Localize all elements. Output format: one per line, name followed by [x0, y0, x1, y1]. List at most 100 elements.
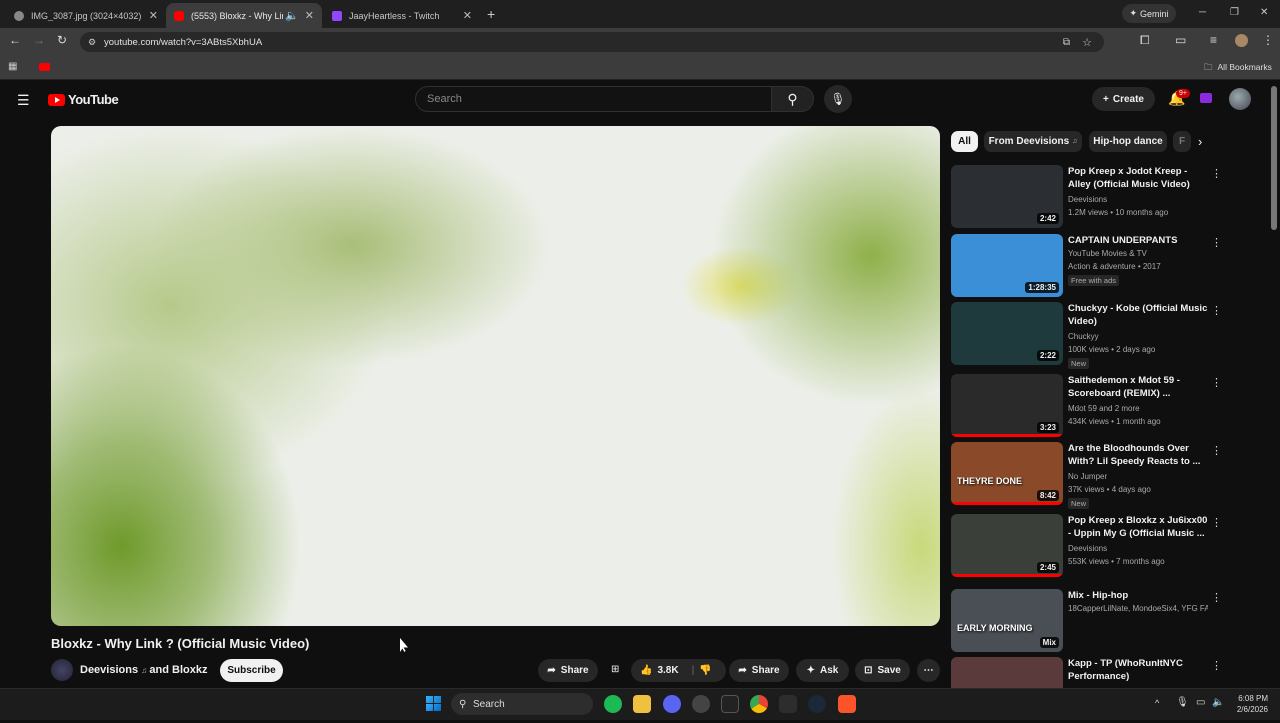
recommended-video[interactable]: 2:22 Chuckyy - Kobe (Official Music Video…: [951, 302, 1222, 369]
share-button[interactable]: ➦ Share: [538, 659, 598, 682]
recommended-video[interactable]: EARLY MORNING Mix Mix - Hip-hop 18CapperLil…: [951, 589, 1222, 655]
app-icon[interactable]: [692, 695, 710, 713]
recommended-channel[interactable]: YouTube Movies & TV: [1068, 249, 1147, 258]
more-vertical-icon[interactable]: ⋮: [1211, 591, 1222, 604]
subscribe-button[interactable]: Subscribe: [220, 659, 283, 682]
recommended-title[interactable]: Mix - Hip-hop: [1068, 589, 1208, 602]
speaker-icon[interactable]: 🔈: [285, 9, 299, 22]
network-icon[interactable]: ▭: [1196, 697, 1205, 708]
recommended-title[interactable]: Pop Kreep x Bloxkz x Ju6ixx00 - Uppin My…: [1068, 514, 1208, 540]
app-icon-2[interactable]: [779, 695, 797, 713]
video-thumbnail[interactable]: EARLY MORNING Mix: [951, 589, 1063, 652]
account-avatar[interactable]: [1229, 88, 1251, 110]
clip-icon[interactable]: ⊞: [611, 664, 619, 675]
scrollbar-thumb[interactable]: [1271, 86, 1277, 230]
recommended-channel[interactable]: Mdot 59 and 2 more: [1068, 404, 1140, 413]
youtube-logo[interactable]: YouTube: [48, 92, 119, 107]
more-vertical-icon[interactable]: ⋮: [1211, 444, 1222, 457]
close-icon[interactable]: ✕: [305, 9, 314, 22]
chip-from-deevisions[interactable]: From Deevisions ♫: [984, 131, 1082, 152]
chip-partial[interactable]: F: [1173, 131, 1191, 152]
recommended-channel[interactable]: Deevisions: [1068, 195, 1107, 204]
like-count[interactable]: 3.8K: [657, 665, 678, 676]
taskbar-search[interactable]: ⚲ Search: [451, 693, 593, 715]
address-bar[interactable]: ⚙ youtube.com/watch?v=3ABts5XbhUA ⧉ ☆: [80, 32, 1104, 52]
video-player[interactable]: [51, 126, 940, 626]
chrome-icon[interactable]: [750, 695, 768, 713]
chevron-right-icon[interactable]: ›: [1198, 134, 1202, 149]
all-bookmarks-button[interactable]: 🗀 All Bookmarks: [1204, 62, 1272, 76]
reload-icon[interactable]: ↻: [57, 33, 67, 47]
bookmark-star-icon[interactable]: ☆: [1082, 36, 1092, 49]
search-input[interactable]: Search: [415, 86, 772, 112]
gemini-button[interactable]: ✦ Gemini: [1122, 4, 1176, 23]
forward-icon[interactable]: →: [33, 33, 45, 47]
recommended-channel[interactable]: 18CapperLilNate, MondoeSix4, YFG FAT...: [1068, 604, 1208, 613]
profile-icon[interactable]: [1235, 34, 1248, 47]
more-actions-button[interactable]: ⋯: [917, 659, 940, 682]
minimize-button[interactable]: ─: [1199, 7, 1206, 18]
video-thumbnail[interactable]: 2:22: [951, 302, 1063, 365]
recommended-title[interactable]: Chuckyy - Kobe (Official Music Video): [1068, 302, 1208, 328]
channel-collaborator[interactable]: and Bloxkz: [149, 664, 207, 676]
save-button[interactable]: ⊡ Save: [855, 659, 910, 682]
recommended-channel[interactable]: Chuckyy: [1068, 332, 1099, 341]
channel-name-primary[interactable]: Deevisions: [80, 664, 138, 676]
back-icon[interactable]: ←: [9, 33, 21, 47]
video-thumbnail[interactable]: 2:42: [951, 165, 1063, 228]
create-button[interactable]: + Create: [1092, 87, 1155, 111]
more-vertical-icon[interactable]: ⋮: [1211, 167, 1222, 180]
video-thumbnail[interactable]: 3:23: [951, 374, 1063, 437]
volume-icon[interactable]: 🔈: [1212, 697, 1224, 708]
taskbar-clock[interactable]: 6:08 PM 2/6/2026: [1226, 693, 1268, 715]
maximize-button[interactable]: ❐: [1230, 7, 1239, 18]
site-info-icon[interactable]: ⚙: [88, 37, 96, 48]
extensions-icon[interactable]: ⧠: [1140, 33, 1150, 48]
recommended-video[interactable]: 2:45 Pop Kreep x Bloxkz x Ju6ixx00 - Uppi…: [951, 514, 1222, 580]
recommended-video[interactable]: 1:28:35 CAPTAIN UNDERPANTS YouTube Movies …: [951, 234, 1222, 300]
tab-youtube[interactable]: (5553) Bloxkz - Why Link ? 🔈 ✕: [166, 3, 322, 28]
tab-image[interactable]: IMG_3087.jpg (3024×4032) ✕: [6, 3, 166, 28]
channel-name[interactable]: Deevisions ♫ and Bloxkz: [80, 664, 207, 676]
ask-button[interactable]: ✦ Ask: [796, 659, 849, 682]
chip-hip-hop-dance[interactable]: Hip-hop dance: [1089, 131, 1167, 152]
recommended-title[interactable]: Pop Kreep x Jodot Kreep - Alley (Officia…: [1068, 165, 1208, 191]
mic-tray-icon[interactable]: 🎙: [1176, 697, 1189, 708]
tray-chevron-icon[interactable]: ^: [1155, 698, 1159, 708]
brave-icon[interactable]: [838, 695, 856, 713]
tab-twitch[interactable]: JaayHeartless - Twitch ✕: [324, 3, 480, 28]
chip-all[interactable]: All: [951, 131, 978, 152]
recommended-video[interactable]: 3:23 Saithedemon x Mdot 59 - Scoreboard (…: [951, 374, 1222, 440]
window-close-button[interactable]: ✕: [1260, 7, 1268, 18]
thumbs-down-icon[interactable]: 👎: [699, 665, 711, 676]
more-vertical-icon[interactable]: ⋮: [1211, 516, 1222, 529]
apps-grid-icon[interactable]: ▦: [8, 61, 17, 72]
menu-icon[interactable]: ⋮: [1262, 33, 1274, 47]
recommended-video[interactable]: 2:42 Pop Kreep x Jodot Kreep - Alley (Off…: [951, 165, 1222, 231]
youtube-bookmark-icon[interactable]: [39, 63, 50, 71]
gaming-icon[interactable]: [1200, 93, 1212, 103]
discord-icon[interactable]: [663, 695, 681, 713]
epic-games-icon[interactable]: [721, 695, 739, 713]
more-vertical-icon[interactable]: ⋮: [1211, 659, 1222, 672]
file-explorer-icon[interactable]: [633, 695, 651, 713]
hamburger-menu-icon[interactable]: ☰: [17, 92, 30, 109]
close-icon[interactable]: ✕: [463, 9, 472, 22]
video-thumbnail[interactable]: 1:28:35: [951, 234, 1063, 297]
more-vertical-icon[interactable]: ⋮: [1211, 236, 1222, 249]
steam-icon[interactable]: [808, 695, 826, 713]
close-icon[interactable]: ✕: [149, 9, 158, 22]
thumbs-up-icon[interactable]: 👍: [640, 665, 652, 676]
channel-avatar[interactable]: [51, 659, 73, 681]
recommended-title[interactable]: CAPTAIN UNDERPANTS: [1068, 234, 1208, 247]
recommended-channel[interactable]: No Jumper: [1068, 472, 1107, 481]
video-thumbnail[interactable]: 2:45: [951, 514, 1063, 577]
video-thumbnail[interactable]: THEYRE DONE 8:42: [951, 442, 1063, 505]
recommended-title[interactable]: Are the Bloodhounds Over With? Lil Speed…: [1068, 442, 1208, 468]
spotify-icon[interactable]: [604, 695, 622, 713]
share-button-2[interactable]: ➦ Share: [729, 659, 789, 682]
install-icon[interactable]: ⧉: [1063, 37, 1070, 48]
media-icon[interactable]: ≡: [1210, 33, 1217, 47]
recommended-title[interactable]: Kapp - TP (WhoRunItNYC Performance): [1068, 657, 1208, 683]
new-tab-button[interactable]: +: [487, 6, 495, 22]
